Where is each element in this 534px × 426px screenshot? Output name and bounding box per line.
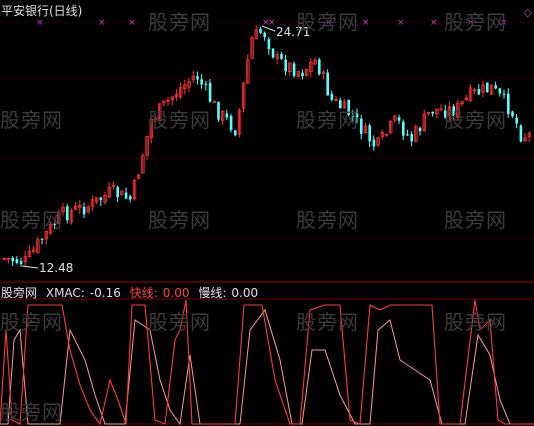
candle-body xyxy=(355,113,359,118)
candle-body xyxy=(494,85,497,89)
xmac-value: -0.16 xyxy=(89,286,121,300)
candle-body xyxy=(196,76,199,80)
candle-body xyxy=(124,192,128,199)
candle-body xyxy=(326,72,329,96)
candle-body xyxy=(267,39,271,50)
candle-body xyxy=(515,117,518,124)
slow-line-label: 慢线: xyxy=(198,286,227,300)
stock-chart: × × × ×× × × × × × × xyxy=(0,18,534,426)
candle-body xyxy=(418,127,422,132)
candle-body xyxy=(208,82,212,102)
x-marker-icon: × xyxy=(268,18,276,28)
xmac-label: XMAC: xyxy=(45,286,85,300)
chart-title: 平安银行(日线) xyxy=(1,4,83,18)
candle-body xyxy=(19,261,23,264)
candle-body xyxy=(444,110,447,118)
candle-body xyxy=(116,187,119,198)
high-price-label: 24.71 xyxy=(276,25,311,39)
candle-body xyxy=(212,101,216,104)
low-price-label: 12.48 xyxy=(39,261,74,275)
candle-body xyxy=(271,48,275,58)
x-marker-icon: × xyxy=(397,18,405,28)
candle-body xyxy=(225,113,229,118)
candle-body xyxy=(292,63,296,76)
candle-body xyxy=(318,59,321,75)
candle-body xyxy=(360,118,363,134)
candle-body xyxy=(11,257,14,262)
candle-body xyxy=(477,89,481,95)
candle-body xyxy=(129,196,132,200)
slow-line xyxy=(0,308,534,426)
candle-body xyxy=(498,88,502,94)
candle-body xyxy=(339,100,342,109)
fast-line xyxy=(0,299,534,426)
candle-body xyxy=(200,79,203,85)
x-marker-icon: × xyxy=(467,18,475,28)
candle-body xyxy=(204,83,208,85)
candle-body xyxy=(263,32,266,37)
candle-body xyxy=(259,28,262,33)
candle-body xyxy=(372,139,376,147)
candle-body xyxy=(507,93,510,114)
candle-body xyxy=(234,130,237,136)
candle-body xyxy=(351,115,355,117)
low-pointer xyxy=(21,265,39,269)
x-marker-icon: × xyxy=(325,18,333,28)
candle-body xyxy=(82,206,86,215)
x-marker-icon: × xyxy=(362,18,370,28)
candle-body xyxy=(301,72,304,77)
candle-body xyxy=(15,259,19,264)
x-marker-icon: × xyxy=(98,18,106,28)
x-marker-icon: × xyxy=(128,18,136,28)
candle-body xyxy=(99,197,103,201)
candle-body xyxy=(452,106,455,116)
candle-body xyxy=(519,125,523,142)
x-marker-icon: × xyxy=(500,18,508,28)
candle-body xyxy=(217,101,220,120)
candle-body xyxy=(229,115,233,131)
fast-line-label: 快线: xyxy=(129,286,158,300)
x-marker-icon: × xyxy=(430,18,438,28)
candle-body xyxy=(406,134,409,136)
x-marker-icon: × xyxy=(36,18,44,28)
candle-body xyxy=(347,99,350,115)
candle-body xyxy=(397,117,401,121)
candle-body xyxy=(511,111,514,117)
candle-body xyxy=(402,121,405,136)
candle-body xyxy=(280,53,283,59)
candle-body xyxy=(486,82,489,92)
fast-line-value: 0.00 xyxy=(162,286,190,300)
indicator-name: 股旁网 xyxy=(1,286,38,300)
candle-body xyxy=(410,134,413,142)
candle-body xyxy=(431,111,434,114)
candle-body xyxy=(330,93,334,100)
candle-body xyxy=(368,125,371,142)
slow-line-value: 0.00 xyxy=(231,286,259,300)
indicator-bar: 股旁网 XMAC: -0.16 快线: 0.00 慢线: 0.00 xyxy=(1,286,263,300)
candle-body xyxy=(502,93,506,95)
candle-body xyxy=(284,59,287,72)
candle-body xyxy=(66,206,69,221)
candle-body xyxy=(40,238,44,240)
diamond-icon: ◇ xyxy=(523,6,532,19)
candle-body xyxy=(53,223,56,225)
